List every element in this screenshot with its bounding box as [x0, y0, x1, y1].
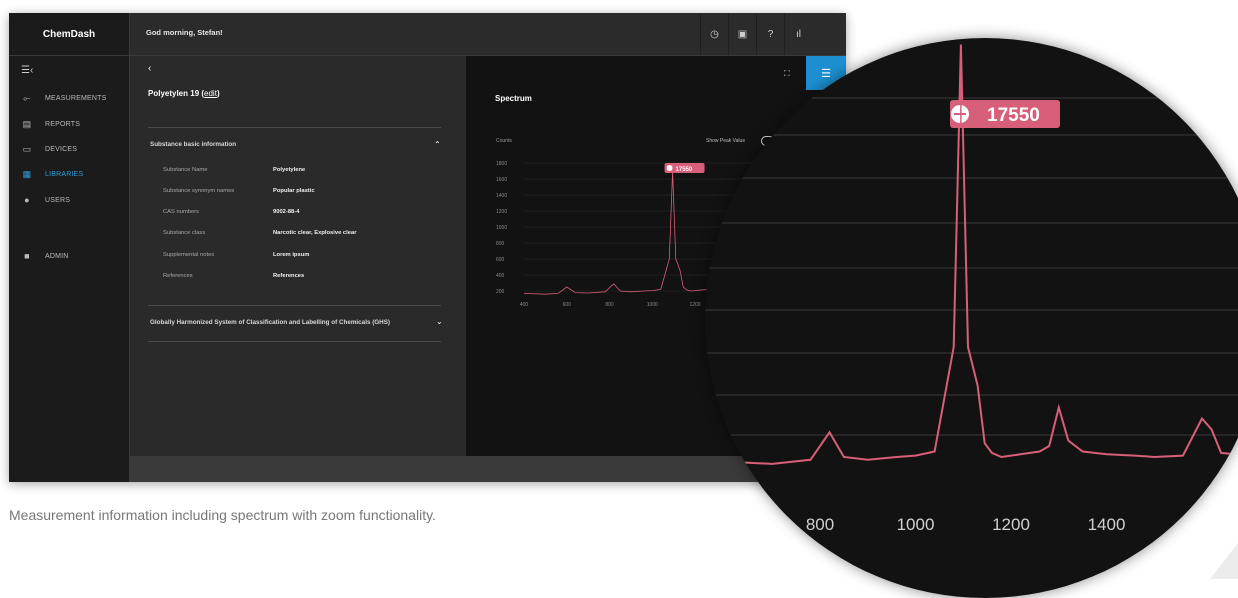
section-ghs-header[interactable]: Globally Harmonized System of Classifica…	[150, 319, 390, 326]
user-icon: ●	[24, 195, 30, 205]
caption: Measurement information including spectr…	[9, 507, 436, 523]
field-label: CAS numbers	[163, 209, 200, 215]
sidebar-item-admin[interactable]: ■ ADMIN	[21, 251, 69, 261]
sidebar-item-label: REPORTS	[45, 121, 81, 128]
x-tick-label: 1000	[647, 302, 658, 308]
sidebar-item-label: USERS	[45, 196, 71, 204]
sidebar-item-label: LIBRARIES	[45, 171, 84, 178]
x-tick-label: 1000	[897, 515, 935, 534]
field-value: Lorem ipsum	[273, 252, 310, 258]
back-chevron-icon[interactable]: ‹	[148, 63, 151, 74]
show-peak-label: Show Peak Value	[706, 138, 746, 144]
sidebar-item-label: DEVICES	[45, 146, 78, 153]
peak-value-label: 17550	[676, 167, 693, 173]
zoomed-spectrum-chart: 600 800 1000 1200 1400 1600 17550	[705, 44, 1238, 534]
help-button[interactable]: ?	[756, 13, 784, 55]
sidebar: ChemDash ☰‹ ⟜ MEASUREMENTS ▤ REPORTS ▭ D…	[9, 13, 130, 482]
x-tick-label: 800	[605, 302, 614, 308]
fullscreen-icon[interactable]: ⛶	[784, 69, 790, 79]
sidebar-item-users[interactable]: ● USERS	[21, 195, 70, 205]
field-value: References	[273, 273, 305, 279]
x-tick-label: 1200	[689, 302, 700, 308]
spectrum-title: Spectrum	[495, 94, 532, 103]
divider	[148, 305, 441, 306]
collapse-menu-icon[interactable]: ☰‹	[21, 65, 33, 76]
y-tick-label: 1600	[496, 177, 507, 183]
history-icon: ◷	[710, 28, 719, 40]
field-value: 9002-88-4	[273, 209, 300, 215]
x-tick-label: 1600	[1183, 515, 1221, 534]
y-tick-label: 1200	[496, 209, 507, 215]
peak-marker-icon	[666, 165, 673, 171]
menu-icon: ☰	[821, 67, 831, 80]
greeting: God morning, Stefan!	[146, 28, 223, 37]
divider	[148, 127, 441, 128]
section-basic-info-header[interactable]: Substance basic information	[150, 141, 236, 148]
field-label: Substance synonym names	[163, 188, 235, 194]
logo-area: ChemDash	[9, 13, 129, 56]
help-icon: ?	[767, 28, 774, 40]
y-tick-label: 1400	[496, 193, 507, 199]
field-label: Substance Name	[163, 167, 208, 173]
edit-link[interactable]: edit	[204, 89, 217, 98]
divider	[148, 341, 441, 342]
substance-title: Polyetylen 19	[148, 89, 200, 98]
x-tick-label: 600	[710, 515, 738, 534]
y-tick-label: 1000	[496, 225, 507, 231]
y-tick-label: 200	[496, 289, 505, 295]
sidebar-item-libraries[interactable]: ▦ LIBRARIES	[21, 169, 84, 180]
stats-button[interactable]: ıl	[784, 13, 812, 55]
chevron-down-icon[interactable]: ⌄	[436, 317, 443, 326]
devices-icon: ▭	[22, 144, 32, 154]
decorative-corner	[1210, 543, 1238, 579]
sidebar-item-label: MEASUREMENTS	[45, 95, 107, 102]
field-label: Supplemental notes	[163, 252, 215, 258]
sidebar-item-label: ADMIN	[45, 252, 69, 260]
x-tick-label: 800	[806, 515, 834, 534]
y-tick-label: 400	[496, 273, 505, 279]
zoom-magnifier: 600 800 1000 1200 1400 1600 17550	[705, 38, 1238, 598]
field-label: Substance class	[163, 230, 206, 236]
chevron-up-icon[interactable]: ⌃	[434, 140, 441, 149]
field-value: Polyetylene	[273, 167, 306, 173]
measurements-icon: ⟜	[23, 93, 31, 103]
x-tick-label: 1200	[992, 515, 1030, 534]
field-value: Narcotic clear, Explosive clear	[273, 230, 357, 236]
top-bar: God morning, Stefan! ◷ ▣ ? ıl	[130, 13, 846, 56]
feedback-icon: ▣	[737, 28, 748, 40]
libraries-icon: ▦	[22, 169, 32, 179]
lock-icon: ■	[24, 251, 30, 261]
sidebar-item-devices[interactable]: ▭ DEVICES	[21, 144, 77, 155]
field-value: Popular plastic	[273, 188, 315, 194]
page-title: Polyetylen 19 (edit)	[148, 89, 220, 98]
history-button[interactable]: ◷	[700, 13, 728, 55]
x-tick-label: 600	[563, 302, 572, 308]
x-tick-label: 400	[520, 302, 529, 308]
y-axis-label: Counts	[496, 138, 512, 144]
app-logo: ChemDash	[42, 28, 96, 40]
y-tick-label: 600	[496, 257, 505, 263]
detail-panel: ‹ Polyetylen 19 (edit) Substance basic i…	[130, 56, 466, 456]
feedback-button[interactable]: ▣	[728, 13, 756, 55]
field-label: References	[163, 273, 193, 279]
reports-icon: ▤	[22, 119, 32, 129]
peak-value-label: 17550	[987, 105, 1040, 126]
stats-icon: ıl	[796, 28, 801, 40]
y-tick-label: 800	[496, 241, 505, 247]
sidebar-item-reports[interactable]: ▤ REPORTS	[21, 119, 80, 130]
sidebar-item-measurements[interactable]: ⟜ MEASUREMENTS	[21, 93, 107, 104]
footer-bar	[130, 456, 846, 482]
x-tick-label: 1400	[1088, 515, 1126, 534]
y-tick-label: 1800	[496, 161, 507, 167]
